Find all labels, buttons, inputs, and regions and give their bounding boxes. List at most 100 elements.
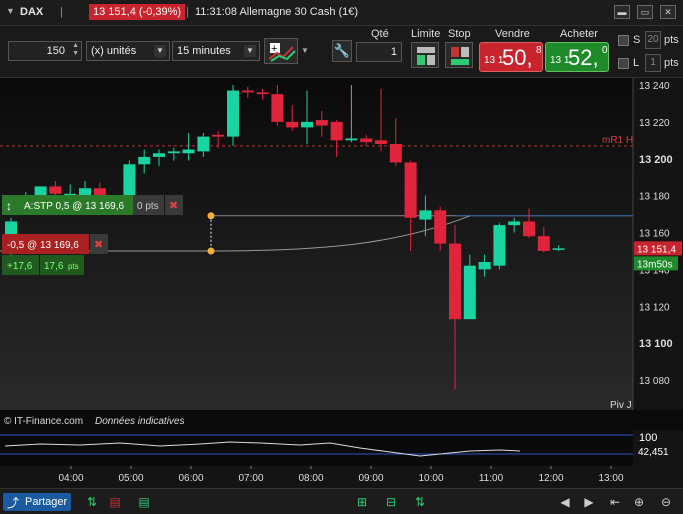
sell-label: Vendre [495,28,530,40]
bottom-toolbar: ⤴ Partager ⇅ ▤ ▤ ⊞ ⊟ ⇅ ◀ ▶ ⇤ ⊕ ⊖ [0,488,683,514]
time-tick-label: 11:00 [479,473,504,484]
position-list-icon[interactable]: ▤ [107,494,123,510]
units-type-value: (x) unités [91,45,137,57]
limit-label: Limite [411,28,441,40]
position-label: -0,5 @ 13 169,6 [7,240,79,251]
l-value-input[interactable]: 1 [645,54,661,72]
order-icon[interactable]: ⇅ [84,494,100,510]
share-label: Partager [25,496,68,508]
pnl-pts-unit: pts [68,262,79,271]
scroll-left-icon[interactable]: ◀ [557,494,573,510]
stop-order-icon [451,47,469,65]
stop-order-label: A:STP 0,5 @ 13 169,6 [24,201,124,212]
s-value-input[interactable]: 20 [645,31,661,49]
title-bar: ▼ DAX | 13 151,4 (-0,39%) | 11:31:08 All… [0,0,683,26]
scroll-right-icon[interactable]: ▶ [581,494,597,510]
l-checkbox[interactable] [618,58,629,69]
timeframe-select[interactable]: 15 minutes ▼ [172,41,260,61]
time-tick-label: 05:00 [118,473,143,484]
chart-tools-button[interactable]: + [264,38,298,64]
candle-body [478,262,491,270]
indicator-icon[interactable]: ⊟ [383,494,399,510]
stop-order-tag[interactable]: ↕ A:STP 0,5 @ 13 169,6 0 pts ✖ [2,195,183,215]
buy-button[interactable]: 13 1 52, 0 [545,42,609,72]
candle-body [167,151,180,154]
indicator-current-value: 42,451 [638,447,669,458]
candle-body [552,248,565,250]
symbol-name[interactable]: DAX [20,6,43,18]
copyright-text: © IT-Finance.com [4,416,84,427]
order-list-icon[interactable]: ▤ [136,494,152,510]
maximize-icon[interactable]: ▭ [637,5,653,19]
time-tick-label: 07:00 [238,473,263,484]
candle-body [256,92,269,95]
position-handle[interactable] [207,247,215,255]
pivot-bottom-label: Piv J [610,400,632,410]
s-label: S [633,34,641,46]
sell-button[interactable]: 13 1 50, 8 [479,42,543,72]
candle-body [182,149,195,154]
symbol-dropdown-icon[interactable]: ▼ [6,6,15,16]
sell-price-prefix: 13 1 [484,55,504,66]
candle-body [449,243,461,320]
buy-label: Acheter [560,28,598,40]
candle-countdown-text: 13m50s [637,259,673,270]
price-tick-label: 13 200 [639,154,673,166]
chart-info-bar: © IT-Finance.com Données indicatives [0,412,633,430]
candle-body [508,221,521,226]
price-tick-label: 13 220 [639,118,670,129]
time-tick-label: 09:00 [358,473,383,484]
price-tick-label: 13 100 [639,338,673,350]
candle-body [138,156,151,165]
qty-value: 1 [390,46,397,58]
price-chart[interactable]: 13 24013 22013 20013 18013 16013 14013 1… [0,78,683,410]
chevron-down-icon: ▼ [244,45,256,57]
candle-body [79,188,91,196]
last-price-text: 13 151,4 [637,244,676,255]
stop-order-handle[interactable] [207,212,215,220]
fit-icon[interactable]: ⇤ [607,494,623,510]
qty-input[interactable]: 1 [356,42,402,62]
price-tick-label: 13 080 [639,376,670,387]
close-icon[interactable]: ✕ [660,5,676,19]
units-value-input[interactable]: 150 ▲ ▼ [8,41,82,61]
indicator-top-value: 100 [639,432,657,444]
s-checkbox[interactable] [618,35,629,46]
candle-body [227,90,239,137]
limit-order-icon [417,47,435,65]
units-type-select[interactable]: (x) unités ▼ [86,41,170,61]
pivot-label: mR1 H [602,135,633,146]
l-pts-label: pts [664,57,679,69]
share-button[interactable]: ⤴ Partager [3,493,71,511]
zoom-in-icon[interactable]: ⊕ [631,494,647,510]
separator-icon: | [60,6,63,18]
candle-body [271,94,284,122]
zoom-time-icon[interactable]: ⊞ [354,494,370,510]
chevron-down-icon[interactable]: ▼ [301,46,309,55]
price-axis-ticks: 13 24013 22013 20013 18013 16013 14013 1… [639,81,673,387]
buy-price-prefix: 13 1 [550,55,570,66]
price-tick-label: 13 120 [639,302,670,313]
chevron-down-icon: ▼ [154,45,166,57]
stepper-icon[interactable]: ▲ ▼ [72,42,79,58]
zoom-out-icon[interactable]: ⊖ [658,494,674,510]
time-tick-label: 04:00 [58,473,83,484]
order-toolbar: 150 ▲ ▼ (x) unités ▼ 15 minutes ▼ + ▼ 🔧 Q… [0,26,683,78]
wrench-icon[interactable]: 🔧 [332,40,352,62]
time-tick-label: 13:00 [598,473,623,484]
buy-price-sup: 0 [602,45,608,56]
stop-label: Stop [448,28,471,40]
price-tick-label: 13 180 [639,192,670,203]
stop-order-button[interactable] [445,42,473,68]
minimize-icon[interactable]: ▬ [614,5,630,19]
pnl-value: +17,6 [7,261,33,272]
indicator-panel[interactable]: 100 42,451 [0,430,683,466]
s-value: 20 [647,34,659,45]
candle-body [241,90,254,93]
candle-body [419,210,432,220]
limit-order-button[interactable] [411,42,439,68]
close-icon: ✖ [94,239,103,251]
candle-body [523,221,535,237]
trade-icon[interactable]: ⇅ [412,494,428,510]
candle-body [537,236,550,251]
